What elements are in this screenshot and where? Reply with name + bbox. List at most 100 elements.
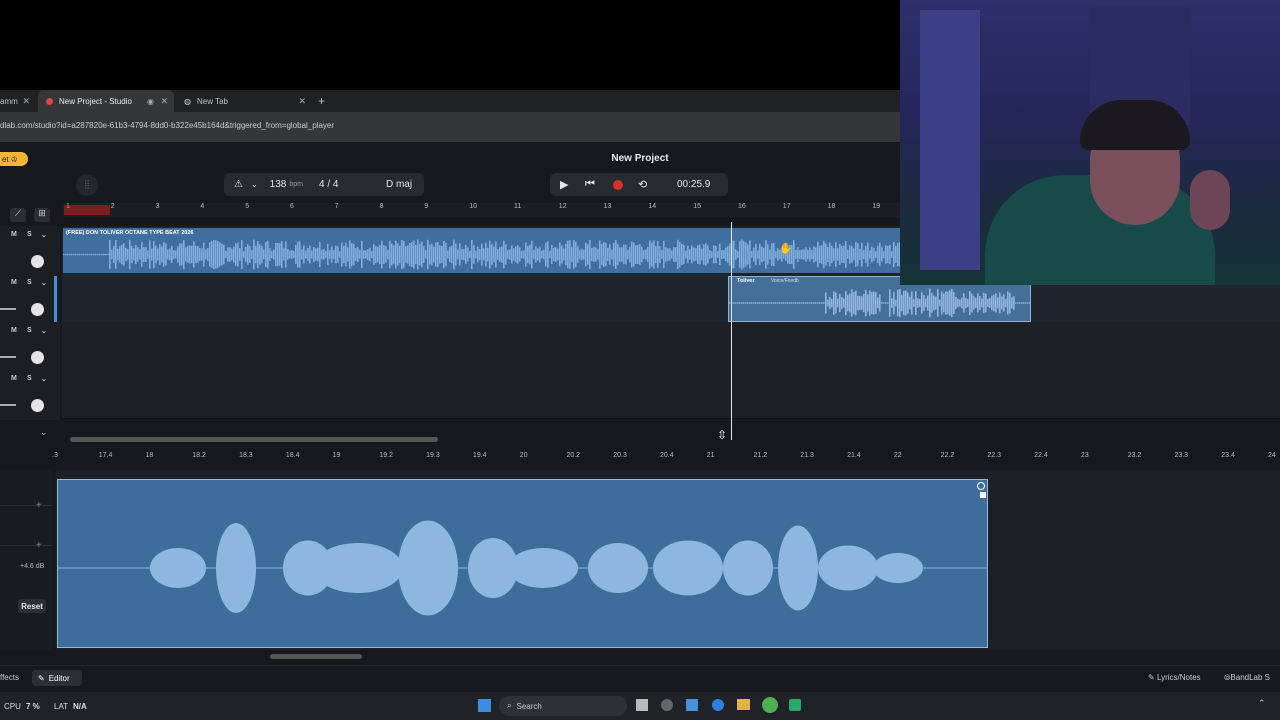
ruler-tick: 21.3 bbox=[800, 452, 814, 459]
transport-controls: ▶ ⏮ ⟲ 00:25.9 bbox=[550, 173, 728, 196]
ruler-tick: 4 bbox=[200, 203, 205, 210]
gain-value: +4.6 dB bbox=[20, 563, 45, 570]
mute-button[interactable]: M bbox=[11, 231, 17, 238]
ruler-tick: 18.3 bbox=[239, 452, 253, 459]
browser-tab-2[interactable]: New Project - Studio ◉ ✕ bbox=[38, 90, 174, 112]
ruler-tick: 23.3 bbox=[1174, 452, 1189, 459]
chevron-down-icon[interactable]: ⌄ bbox=[41, 231, 47, 239]
editor-ruler[interactable]: .3 17.4 18 18.2 18.3 18.4 19 19.2 19.3 19.4 20 20.2… bbox=[52, 448, 1280, 466]
volume-slider[interactable] bbox=[0, 308, 16, 310]
chevron-down-icon[interactable]: ⌄ bbox=[41, 327, 47, 335]
clip-resize-handle[interactable] bbox=[980, 492, 986, 498]
pan-knob[interactable] bbox=[31, 255, 44, 268]
add-effect-button[interactable]: + bbox=[36, 540, 42, 551]
address-bar[interactable]: dlab.com/studio?id=a287820e-61b3-4794-8d… bbox=[0, 112, 900, 143]
task-view-icon[interactable] bbox=[636, 699, 648, 711]
editor-side-panel: + + +4.6 dB bbox=[0, 470, 52, 650]
ruler-tick: 19.4 bbox=[472, 452, 487, 459]
snap-icon[interactable]: ⊞ bbox=[34, 208, 50, 222]
taskbar-search[interactable]: ⌕ Search bbox=[499, 696, 627, 716]
ruler-tick: 17 bbox=[782, 203, 791, 210]
pan-knob[interactable] bbox=[31, 303, 44, 316]
tab-label: amm bbox=[0, 96, 18, 106]
cpu-value: 7 % bbox=[26, 702, 40, 711]
chevron-down-icon[interactable]: ⌄ bbox=[40, 427, 48, 438]
horizontal-scrollbar[interactable] bbox=[70, 437, 438, 442]
files-app-icon[interactable] bbox=[686, 699, 698, 711]
ruler-tick: 9 bbox=[424, 203, 429, 210]
solo-button[interactable]: S bbox=[27, 327, 32, 334]
browser-tab-1[interactable]: amm ✕ bbox=[0, 90, 36, 112]
ruler-tick: 22.3 bbox=[987, 452, 1001, 459]
browser-tab-3[interactable]: ◍ New Tab ✕ bbox=[176, 90, 312, 112]
editor-tab[interactable]: ✎ Editor bbox=[32, 670, 82, 686]
track-lane-4[interactable] bbox=[62, 370, 1280, 419]
mute-button[interactable]: M bbox=[11, 327, 17, 334]
skip-back-button[interactable]: ⏮ bbox=[585, 178, 595, 191]
close-icon[interactable]: ✕ bbox=[298, 96, 306, 107]
key-selector[interactable]: D maj bbox=[374, 173, 424, 196]
add-effect-button[interactable]: + bbox=[36, 500, 42, 511]
ruler-tick: 20.4 bbox=[660, 452, 674, 459]
selected-track-indicator bbox=[54, 276, 57, 322]
clip-title: Toliver bbox=[737, 278, 755, 284]
green-app-icon[interactable] bbox=[789, 699, 801, 711]
divider bbox=[0, 545, 52, 546]
audio-clip-beat[interactable]: (FREE) DON TOLIVER OCTANE TYPE BEAT 2026 bbox=[63, 228, 900, 273]
bandlab-sounds-button[interactable]: ⦾BandLab S bbox=[1224, 673, 1270, 683]
chevron-up-icon[interactable]: ⌃ bbox=[1258, 698, 1266, 709]
lyrics-notes-button[interactable]: ✎ Lyrics/Notes bbox=[1148, 673, 1201, 682]
editor-clip[interactable] bbox=[57, 479, 988, 648]
ruler-tick: 18 bbox=[827, 203, 836, 210]
timeline-ruler[interactable]: 1 2 3 4 5 6 7 8 9 10 11 12 13 14 15 16 17 18 19 bbox=[62, 203, 900, 217]
time-signature[interactable]: 4 / 4 bbox=[319, 179, 338, 190]
solo-button[interactable]: S bbox=[27, 279, 32, 286]
ruler-tick: 23 bbox=[1080, 452, 1089, 459]
track-lane-3[interactable] bbox=[62, 322, 1280, 371]
new-tab-button[interactable]: + bbox=[318, 90, 332, 112]
chevron-down-icon[interactable]: ⌄ bbox=[41, 279, 47, 287]
playhead[interactable] bbox=[731, 222, 732, 440]
solo-button[interactable]: S bbox=[27, 375, 32, 382]
metronome-icon[interactable]: ⚠ bbox=[234, 179, 243, 190]
windows-start-icon[interactable] bbox=[478, 699, 491, 712]
pan-knob[interactable] bbox=[31, 399, 44, 412]
solo-button[interactable]: S bbox=[27, 231, 32, 238]
mute-button[interactable]: M bbox=[11, 279, 17, 286]
automation-icon[interactable]: ⟋ bbox=[10, 208, 26, 222]
tempo-value[interactable]: 138 bbox=[270, 179, 287, 190]
play-button[interactable]: ▶ bbox=[560, 178, 568, 191]
audio-icon[interactable]: ◉ bbox=[147, 97, 154, 106]
close-icon[interactable]: ✕ bbox=[160, 96, 168, 107]
chrome-icon[interactable] bbox=[762, 697, 778, 713]
ruler-tick: 7 bbox=[334, 203, 339, 210]
loop-button[interactable]: ⟲ bbox=[638, 178, 647, 191]
upgrade-badge[interactable]: et ♔ bbox=[0, 152, 28, 166]
tab-label: New Tab bbox=[196, 96, 228, 106]
mixer-icon[interactable]: ⦙⦙ bbox=[76, 174, 98, 196]
ruler-tick: 18 bbox=[145, 452, 154, 459]
clip-handle-icon[interactable] bbox=[977, 482, 985, 490]
ruler-tick: 15 bbox=[693, 203, 701, 210]
close-icon[interactable]: ✕ bbox=[22, 96, 30, 107]
ruler-tick: 12 bbox=[558, 203, 567, 210]
folder-icon[interactable] bbox=[737, 699, 750, 710]
editor-scrollbar[interactable] bbox=[270, 654, 362, 659]
project-title[interactable]: New Project bbox=[560, 153, 720, 164]
chevron-down-icon[interactable]: ⌄ bbox=[251, 180, 258, 189]
chevron-down-icon[interactable]: ⌄ bbox=[41, 375, 47, 383]
ruler-tick: 20 bbox=[519, 452, 528, 459]
volume-slider[interactable] bbox=[0, 404, 16, 406]
volume-slider[interactable] bbox=[0, 356, 16, 358]
loop-region[interactable] bbox=[64, 205, 110, 215]
mute-button[interactable]: M bbox=[11, 375, 17, 382]
bandlab-favicon-icon bbox=[46, 97, 53, 105]
ruler-tick: 11 bbox=[514, 203, 522, 210]
app-4k-icon[interactable] bbox=[661, 699, 673, 711]
record-button[interactable] bbox=[613, 179, 623, 190]
ruler-tick: 22 bbox=[893, 452, 902, 459]
edge-icon[interactable] bbox=[712, 699, 724, 711]
effects-tab[interactable]: ffects bbox=[0, 673, 19, 682]
reset-button[interactable]: Reset bbox=[18, 599, 46, 613]
pan-knob[interactable] bbox=[31, 351, 44, 364]
